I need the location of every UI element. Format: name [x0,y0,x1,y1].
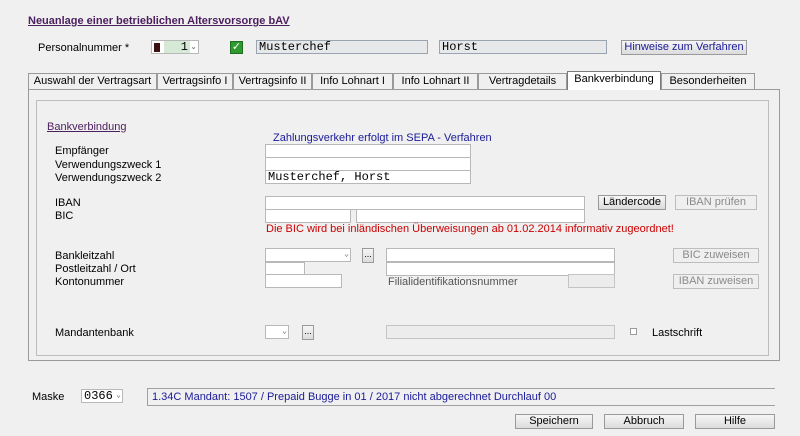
bankleitzahl-label: Bankleitzahl [55,250,115,262]
chevron-down-icon: ⌄ [344,250,349,259]
status-bar: 1.34C Mandant: 1507 / Prepaid Bugge in 0… [147,388,775,406]
bic-field-1[interactable] [265,209,351,223]
record-marker-icon [154,43,160,52]
bankleitzahl-lookup-button[interactable]: ... [362,248,374,263]
chevron-down-icon: ⌄ [116,391,121,400]
zweck1-field[interactable] [265,157,471,171]
kontonummer-label: Kontonummer [55,276,125,288]
lastschrift-label: Lastschrift [652,327,703,339]
tab-vertragsinfo-1[interactable]: Vertragsinfo I [157,73,233,90]
plz-ort-label: Postleitzahl / Ort [55,263,136,275]
bankname-field[interactable] [386,248,615,262]
personalnummer-label: Personalnummer * [38,42,130,54]
lastschrift-checkbox[interactable] [630,328,637,335]
tab-bar: Auswahl der Vertragsart Vertragsinfo I V… [28,71,755,90]
sepa-note: Zahlungsverkehr erfolgt im SEPA - Verfah… [273,132,492,144]
tab-vertragsart[interactable]: Auswahl der Vertragsart [28,73,157,90]
window-title: Neuanlage einer betrieblichen Altersvors… [28,15,290,27]
section-title: Bankverbindung [47,121,127,133]
checkmark-icon: ✓ [230,41,243,54]
bic-note: Die BIC wird bei inländischen Überweisun… [266,223,674,235]
hinweise-button[interactable]: Hinweise zum Verfahren [621,40,747,55]
kontonummer-field[interactable] [265,274,342,288]
hilfe-button[interactable]: Hilfe [695,414,775,429]
iban-field[interactable] [265,196,585,210]
tab-info-lohnart-2[interactable]: Info Lohnart II [393,73,478,90]
bankleitzahl-combo[interactable]: ⌄ [265,248,351,262]
mandantenbank-field[interactable] [386,325,615,339]
filial-label: Filialidentifikationsnummer [388,276,518,288]
maske-combo[interactable]: 0366 ⌄ [81,389,123,403]
tab-info-lohnart-1[interactable]: Info Lohnart I [312,73,393,90]
maske-label: Maske [32,391,65,403]
abbruch-button[interactable]: Abbruch [604,414,684,429]
maske-value: 0366 [84,389,113,403]
mandantenbank-lookup-button[interactable]: ... [302,325,314,340]
chevron-down-icon: ⌄ [282,327,287,336]
personalnummer-value: 1 [164,41,190,53]
zweck2-field[interactable]: Musterchef, Horst [265,170,471,184]
filial-field[interactable] [568,274,615,288]
lastname-field[interactable]: Musterchef [256,40,428,54]
mandantenbank-combo[interactable]: ⌄ [265,325,289,339]
tab-besonderheiten[interactable]: Besonderheiten [661,73,755,90]
tab-vertragdetails[interactable]: Vertragdetails [478,73,567,90]
iban-zuweisen-button[interactable]: IBAN zuweisen [673,274,759,289]
tab-bankverbindung[interactable]: Bankverbindung [567,71,661,90]
personalnummer-combo[interactable]: 1 ⌄ [151,40,199,54]
laendercode-button[interactable]: Ländercode [598,195,666,210]
iban-label: IBAN [55,197,81,209]
tab-vertragsinfo-2[interactable]: Vertragsinfo II [233,73,312,90]
iban-pruefen-button[interactable]: IBAN prüfen [675,195,757,210]
mandantenbank-label: Mandantenbank [55,327,134,339]
empfaenger-label: Empfänger [55,145,109,157]
zweck1-label: Verwendungszweck 1 [55,159,162,171]
bic-field-2[interactable] [356,209,585,223]
bic-label: BIC [55,210,74,222]
firstname-field[interactable]: Horst [439,40,607,54]
empfaenger-field[interactable] [265,144,471,158]
chevron-down-icon: ⌄ [190,42,197,51]
bic-zuweisen-button[interactable]: BIC zuweisen [673,248,759,263]
speichern-button[interactable]: Speichern [515,414,593,429]
zweck2-label: Verwendungszweck 2 [55,172,162,184]
